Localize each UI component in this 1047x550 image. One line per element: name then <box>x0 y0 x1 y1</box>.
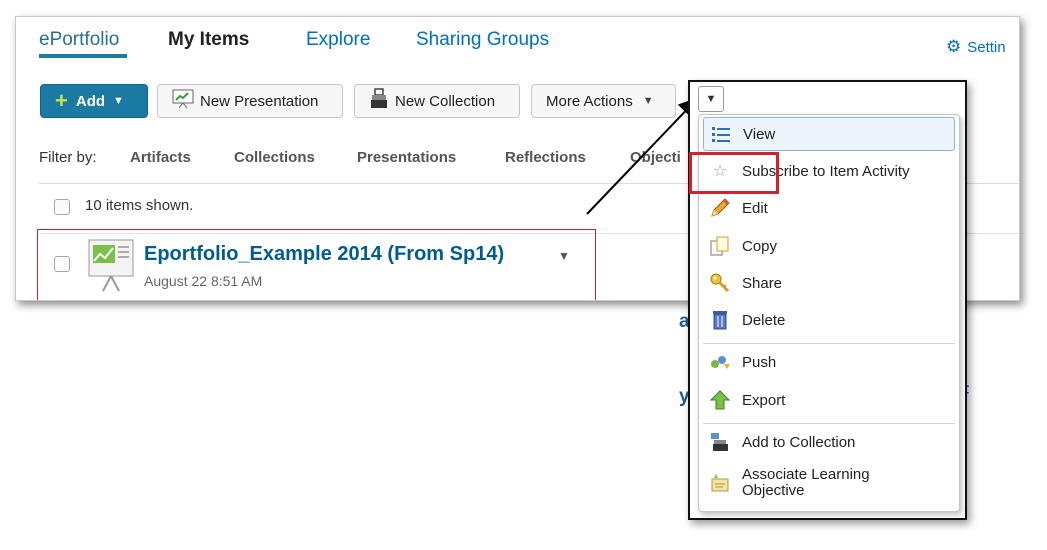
menu-item-label: View <box>743 125 776 143</box>
menu-item-share[interactable]: Share <box>703 266 955 300</box>
menu-separator <box>703 423 955 424</box>
menu-separator <box>703 343 955 344</box>
menu-item-associate-learning-objective[interactable]: Associate Learning Objective <box>703 461 955 505</box>
menu-item-push[interactable]: Push <box>703 345 955 379</box>
menu-item-label: Share <box>742 274 783 292</box>
actions-popup: ▼ View ☆ Subscribe to Item Activity Edit… <box>688 80 967 520</box>
menu-item-copy[interactable]: Copy <box>703 229 955 263</box>
add-to-collection-icon <box>708 430 732 454</box>
menu-item-label: Push <box>742 353 777 371</box>
menu-item-add-to-collection[interactable]: Add to Collection <box>703 425 955 459</box>
objective-icon <box>708 471 732 495</box>
key-icon <box>708 271 732 295</box>
menu-item-label: Associate Learning Objective <box>742 466 870 499</box>
chevron-down-icon: ▼ <box>705 93 717 105</box>
menu-item-delete[interactable]: Delete <box>703 303 955 337</box>
menu-toggle-button[interactable]: ▼ <box>698 86 724 112</box>
list-icon <box>709 122 733 146</box>
copy-icon <box>708 234 732 258</box>
push-icon <box>708 350 732 374</box>
menu-item-label: Delete <box>742 311 786 329</box>
export-icon <box>708 388 732 412</box>
menu-item-export[interactable]: Export <box>703 383 955 417</box>
trash-icon <box>708 308 732 332</box>
pencil-icon <box>708 196 732 220</box>
menu-item-view[interactable]: View <box>703 117 955 151</box>
menu-item-label: Export <box>742 391 786 409</box>
menu-item-label: Add to Collection <box>742 433 856 451</box>
menu-item-label: Copy <box>742 237 778 255</box>
menu-item-edit[interactable]: Edit <box>703 191 955 225</box>
menu-item-label: Edit <box>742 199 768 217</box>
edit-highlight-box <box>689 152 779 194</box>
